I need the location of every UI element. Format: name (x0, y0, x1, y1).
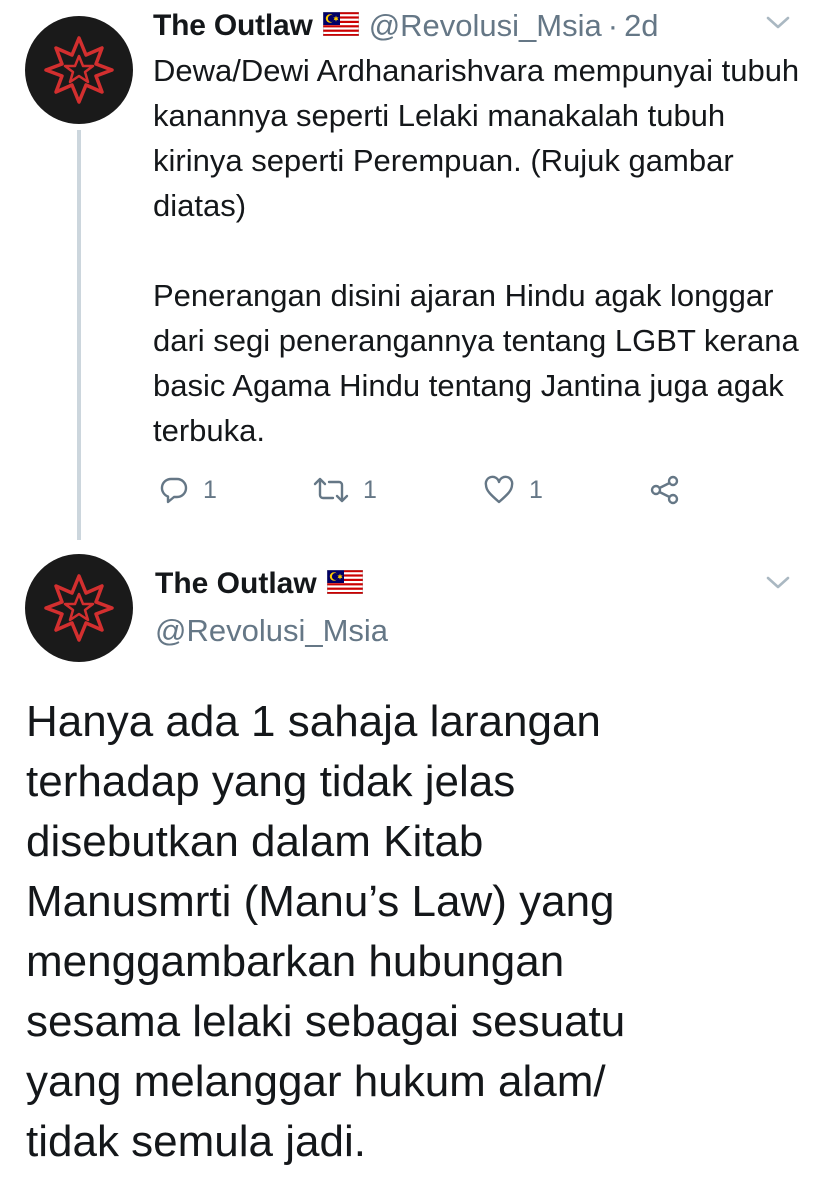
tweet-text: Hanya ada 1 sahaja larangan terhadap yan… (26, 692, 806, 1172)
timestamp[interactable]: 2d (624, 8, 658, 44)
tweet-header: The Outlaw @Revolusi_Msia · 2d (153, 6, 659, 46)
avatar[interactable] (25, 554, 133, 662)
tweet-text: Dewa/Dewi Ardhanarishvara mempunyai tubu… (153, 48, 803, 453)
tweet-text-line: terhadap yang tidak jelas (26, 757, 516, 806)
retweet-icon (313, 477, 349, 503)
malaysia-flag-icon (326, 569, 363, 599)
chevron-down-icon[interactable] (764, 12, 792, 32)
malaysia-flag-icon (322, 11, 359, 41)
reply-icon (160, 477, 188, 504)
display-name[interactable]: The Outlaw (153, 9, 313, 43)
tweet-text-line: Manusmrti (Manu’s Law) yang (26, 877, 615, 926)
tweet-text-line: sesama lelaki sebagai sesuatu (26, 997, 626, 1046)
star-emblem-icon (44, 36, 114, 104)
handle[interactable]: @Revolusi_Msia (155, 613, 388, 649)
like-count: 1 (529, 475, 543, 504)
retweet-count: 1 (363, 475, 377, 504)
tweet-actions: 1 1 1 (153, 470, 693, 510)
tweet-text-line: disebutkan dalam Kitab (26, 817, 484, 866)
tweet-text-line: yang melanggar hukum alam/ (26, 1057, 606, 1106)
retweet-button[interactable]: 1 (313, 470, 377, 510)
heart-icon (484, 475, 514, 504)
thread-connector-line (77, 130, 81, 540)
tweet-text-line: menggambarkan hubungan (26, 937, 565, 986)
reply-button[interactable]: 1 (159, 470, 217, 510)
tweet-paragraph: Dewa/Dewi Ardhanarishvara mempunyai tubu… (153, 53, 800, 223)
share-icon (650, 475, 679, 505)
tweet-text-line: Hanya ada 1 sahaja larangan (26, 697, 601, 746)
handle[interactable]: @Revolusi_Msia (369, 8, 602, 44)
tweet-paragraph: Penerangan disini ajaran Hindu agak long… (153, 278, 799, 448)
star-emblem-icon (44, 574, 114, 642)
separator-dot: · (607, 8, 619, 43)
chevron-down-icon[interactable] (764, 572, 792, 592)
display-name[interactable]: The Outlaw (155, 567, 317, 601)
like-button[interactable]: 1 (483, 470, 543, 510)
tweet-header: The Outlaw (155, 562, 373, 606)
reply-count: 1 (203, 475, 217, 504)
share-button[interactable] (649, 470, 681, 510)
tweet-text-line: tidak semula jadi. (26, 1117, 366, 1166)
avatar[interactable] (25, 16, 133, 124)
